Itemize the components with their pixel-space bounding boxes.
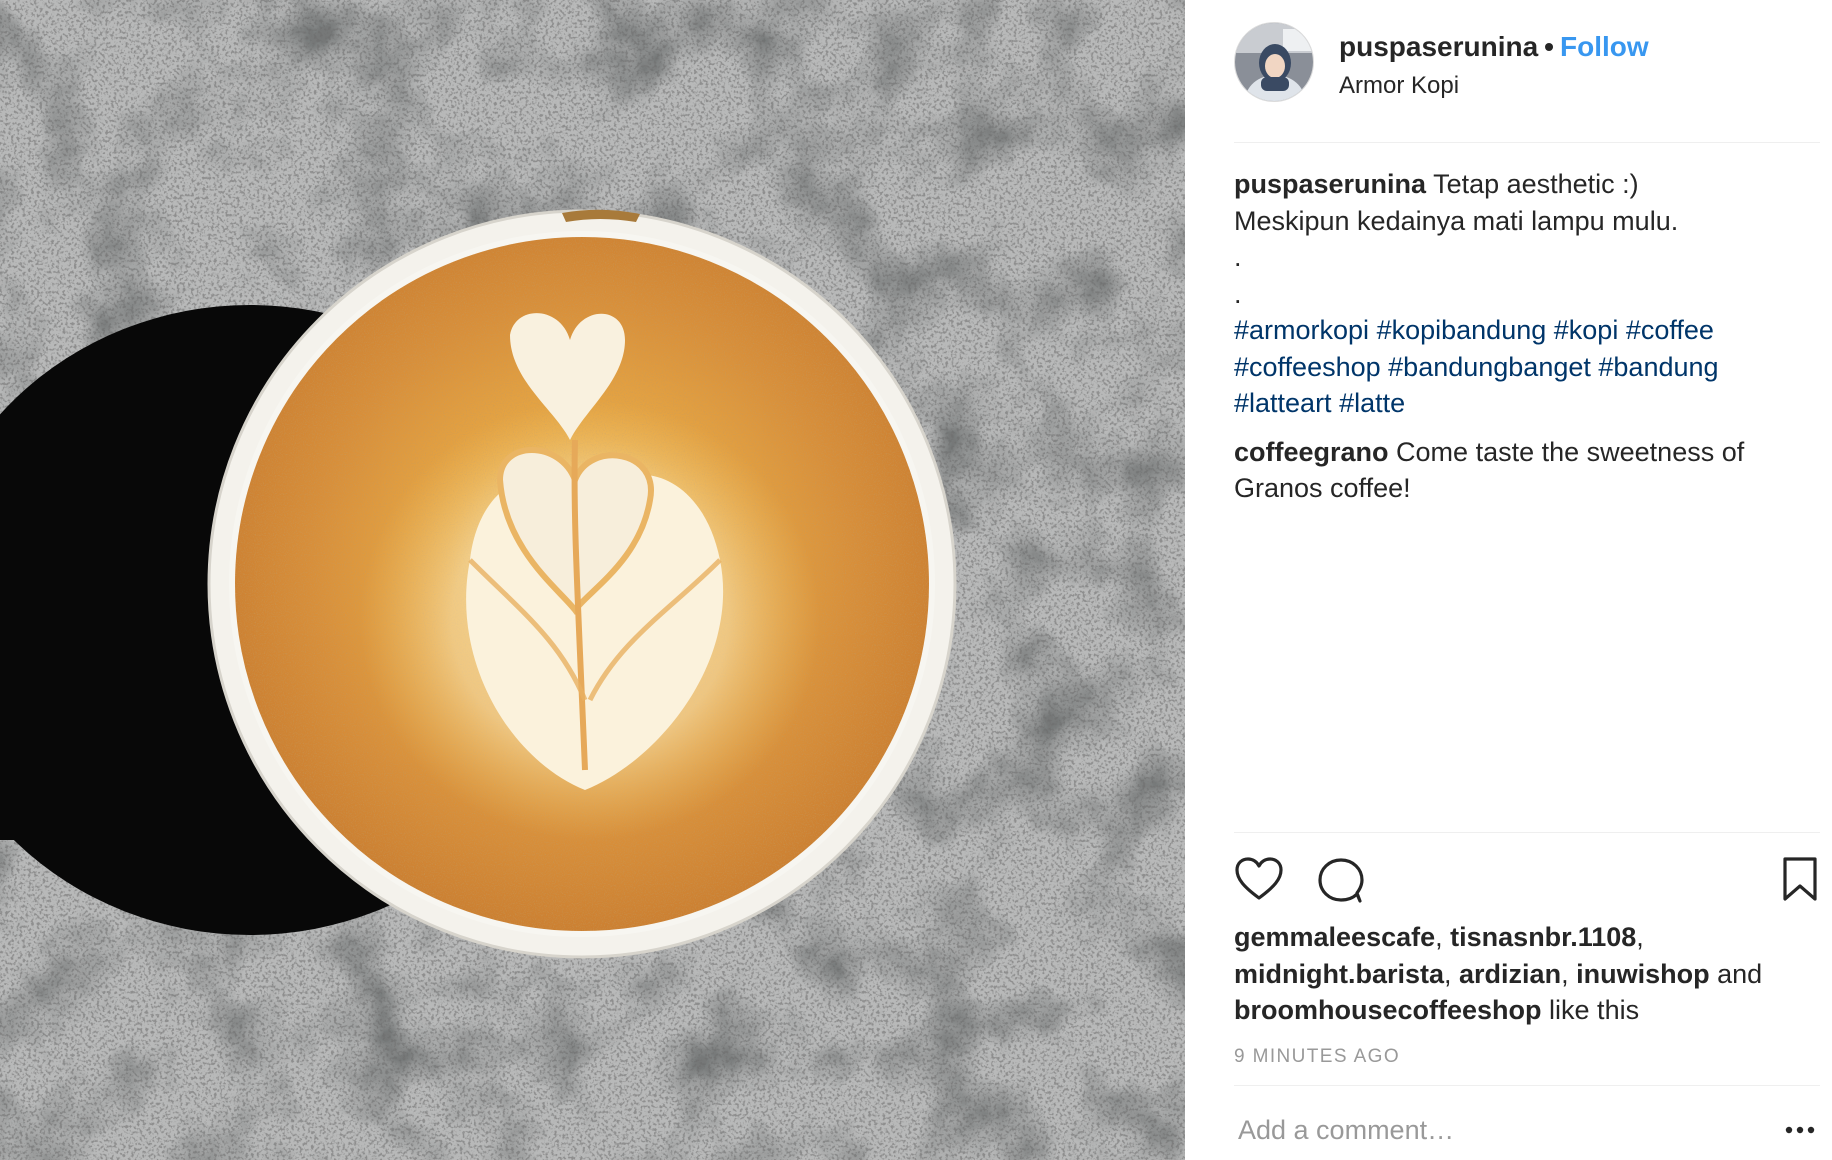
separator-dot: • xyxy=(1544,31,1554,62)
hashtag-link[interactable]: #kopibandung xyxy=(1377,315,1547,345)
avatar-portrait xyxy=(1235,23,1313,101)
header-username[interactable]: puspaserunina xyxy=(1339,31,1538,62)
post-timestamp[interactable]: 9 MINUTES AGO xyxy=(1234,1046,1400,1068)
location-link[interactable]: Armor Kopi xyxy=(1339,71,1459,101)
hashtag-link[interactable]: #coffeeshop xyxy=(1234,352,1381,382)
liker-link[interactable]: midnight.barista xyxy=(1234,959,1444,989)
hashtag-link[interactable]: #kopi xyxy=(1554,315,1619,345)
comment-bubble-icon[interactable] xyxy=(1316,855,1366,905)
comment-input[interactable] xyxy=(1234,1108,1758,1152)
liker-link[interactable]: inuwishop xyxy=(1576,959,1709,989)
more-options-icon[interactable] xyxy=(1780,1110,1820,1150)
liker-link[interactable]: broomhousecoffeeshop xyxy=(1234,995,1542,1025)
post-header: puspaserunina • Follow Armor Kopi xyxy=(1234,0,1820,143)
caption-line-2: Meskipun kedainya mati lampu mulu. xyxy=(1234,205,1679,236)
liker-link[interactable]: tisnasnbr.1108 xyxy=(1450,922,1636,952)
caption-line-1: Tetap aesthetic :) xyxy=(1433,169,1639,199)
likes-summary: gemmaleescafe, tisnasnbr.1108, midnight.… xyxy=(1234,922,1763,1025)
hashtag-link[interactable]: #armorkopi xyxy=(1234,315,1369,345)
comments-section: puspaserunina Tetap aesthetic :) Meskipu… xyxy=(1234,166,1820,519)
heart-icon[interactable] xyxy=(1234,855,1284,905)
likes-suffix: like this xyxy=(1549,995,1640,1025)
follow-button[interactable]: Follow xyxy=(1560,31,1649,62)
hashtag-link[interactable]: #latte xyxy=(1339,388,1405,418)
caption: puspaserunina Tetap aesthetic :) Meskipu… xyxy=(1234,166,1820,422)
post-side-panel: puspaserunina • Follow Armor Kopi puspaser… xyxy=(1185,0,1832,1160)
post-header-line: puspaserunina • Follow xyxy=(1339,30,1649,64)
hashtag-link[interactable]: #bandung xyxy=(1598,352,1718,382)
likes-and-label: and xyxy=(1717,958,1763,989)
hashtag-link[interactable]: #coffee xyxy=(1626,315,1714,345)
comment-item: coffeegrano Come taste the sweetness of … xyxy=(1234,434,1820,507)
post-actions: gemmaleescafe, tisnasnbr.1108, midnight.… xyxy=(1234,832,1820,1086)
bookmark-icon[interactable] xyxy=(1780,855,1820,905)
hashtag-link[interactable]: #bandungbanget xyxy=(1388,352,1591,382)
hashtag-link[interactable]: #latteart xyxy=(1234,388,1332,418)
caption-author[interactable]: puspaserunina xyxy=(1234,169,1426,199)
divider xyxy=(1234,1085,1820,1086)
comment-author[interactable]: coffeegrano xyxy=(1234,437,1389,467)
add-comment-bar xyxy=(1234,1100,1820,1160)
avatar[interactable] xyxy=(1234,22,1314,102)
latte-photo-illustration xyxy=(0,0,1185,1160)
post-modal: puspaserunina • Follow Armor Kopi puspaser… xyxy=(0,0,1832,1160)
caption-dot-1: . xyxy=(1234,242,1242,272)
caption-dot-2: . xyxy=(1234,278,1242,309)
post-photo[interactable] xyxy=(0,0,1185,1160)
liker-link[interactable]: gemmaleescafe xyxy=(1234,922,1435,952)
liker-link[interactable]: ardizian xyxy=(1459,959,1561,989)
